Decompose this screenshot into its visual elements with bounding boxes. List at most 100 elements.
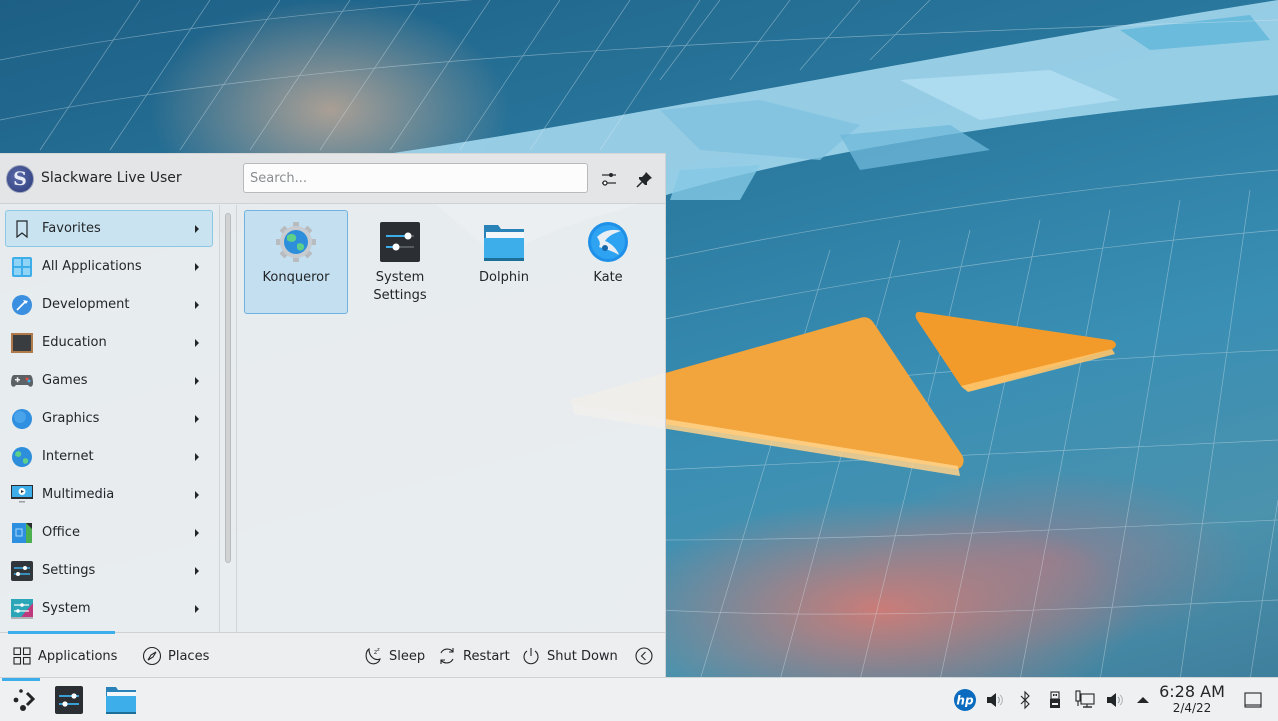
favorite-dolphin[interactable]: Dolphin [452, 210, 556, 314]
folder-icon [483, 221, 525, 263]
shutdown-label: Shut Down [547, 648, 618, 664]
category-internet[interactable]: Internet [5, 438, 213, 475]
category-settings[interactable]: Settings [5, 552, 213, 589]
tab-label: Applications [38, 648, 118, 664]
category-label: Internet [42, 449, 94, 464]
chevron-right-icon [195, 262, 199, 271]
chevron-right-icon [195, 604, 199, 613]
chevron-right-icon [195, 490, 199, 499]
taskbar: hp 6:28 AM 2/4/22 [0, 677, 1278, 721]
sleep-button[interactable]: zz Sleep [363, 645, 425, 667]
menu-header: S Slackware Live User [0, 154, 665, 204]
kate-icon [587, 221, 629, 263]
favorites-grid: Konqueror System Settings Dolphin Kate [238, 205, 665, 632]
active-tab-indicator [8, 631, 115, 634]
chevron-right-icon [195, 376, 199, 385]
chevron-right-icon [195, 224, 199, 233]
chevron-left-circle-icon [634, 646, 654, 666]
tab-places[interactable]: Places [142, 645, 209, 667]
show-desktop-icon [1244, 692, 1262, 708]
category-system[interactable]: System [5, 590, 213, 627]
office-icon [11, 522, 33, 544]
chevron-right-icon [195, 414, 199, 423]
sidebar-scrollbar-thumb[interactable] [225, 213, 231, 563]
chevron-right-icon [195, 338, 199, 347]
clock-date: 2/4/22 [1172, 701, 1212, 715]
favorite-label: Dolphin [479, 270, 529, 285]
favorite-konqueror[interactable]: Konqueror [244, 210, 348, 314]
category-label: Graphics [42, 411, 100, 426]
favorite-system-settings[interactable]: System Settings [348, 210, 452, 314]
category-label: Office [42, 525, 80, 540]
shutdown-button[interactable]: Shut Down [521, 645, 618, 667]
tray-audio-volume[interactable] [983, 688, 1007, 712]
favorite-kate[interactable]: Kate [556, 210, 660, 314]
tray-show-hidden-icons[interactable] [1131, 688, 1155, 712]
usb-drive-icon [1050, 691, 1060, 708]
application-launcher-menu: S Slackware Live User Favorites [0, 153, 666, 678]
taskbar-system-settings[interactable] [51, 682, 87, 718]
category-games[interactable]: Games [5, 362, 213, 399]
leave-menu-button[interactable] [634, 645, 660, 667]
hammer-icon [11, 294, 33, 316]
compass-icon [142, 646, 162, 666]
pin-button[interactable] [633, 167, 657, 191]
category-label: Settings [42, 563, 96, 578]
user-name: Slackware Live User [41, 170, 182, 186]
chevron-right-icon [195, 300, 199, 309]
bluetooth-icon [1020, 690, 1030, 710]
speaker-icon [1107, 693, 1123, 707]
tray-hp-device-manager[interactable]: hp [953, 688, 977, 712]
clock-time: 6:28 AM [1159, 682, 1225, 701]
digital-clock[interactable]: 6:28 AM 2/4/22 [1156, 683, 1228, 716]
folder-icon [106, 687, 136, 714]
application-launcher-button[interactable] [3, 682, 39, 718]
category-development[interactable]: Development [5, 286, 213, 323]
grid-icon [11, 256, 33, 278]
gamepad-icon [11, 370, 33, 392]
taskbar-dolphin[interactable] [103, 682, 139, 718]
category-graphics[interactable]: Graphics [5, 400, 213, 437]
tab-label: Places [168, 648, 210, 664]
system-settings-icon [379, 221, 421, 263]
category-office[interactable]: Office [5, 514, 213, 551]
configure-button[interactable] [597, 167, 621, 191]
launcher-active-indicator [2, 678, 40, 681]
hp-icon: hp [954, 689, 976, 711]
restart-icon [437, 646, 457, 666]
category-all-applications[interactable]: All Applications [5, 248, 213, 285]
category-favorites[interactable]: Favorites [5, 210, 213, 247]
category-multimedia[interactable]: Multimedia [5, 476, 213, 513]
speaker-icon [987, 693, 1003, 707]
tray-bluetooth[interactable] [1013, 688, 1037, 712]
tray-volume[interactable] [1103, 688, 1127, 712]
search-input[interactable] [243, 163, 588, 193]
category-education[interactable]: Education [5, 324, 213, 361]
category-label: Favorites [42, 221, 101, 236]
favorite-label: Kate [593, 270, 623, 285]
chevron-right-icon [195, 452, 199, 461]
svg-text:hp: hp [956, 694, 974, 708]
sidebar-scrollbar[interactable] [219, 205, 237, 632]
show-desktop-button[interactable] [1241, 688, 1265, 712]
power-icon [521, 646, 541, 666]
category-label: Games [42, 373, 88, 388]
restart-label: Restart [463, 648, 510, 664]
category-label: Multimedia [42, 487, 115, 502]
applications-grid-icon [12, 646, 32, 666]
restart-button[interactable]: Restart [437, 645, 510, 667]
konqueror-icon [275, 221, 317, 263]
arrow-up-icon [1137, 697, 1149, 703]
settings-sliders-icon [11, 560, 33, 582]
category-label: Education [42, 335, 107, 350]
bookmark-icon [11, 218, 33, 240]
tray-disks-devices[interactable] [1043, 688, 1067, 712]
tab-applications[interactable]: Applications [12, 645, 117, 667]
network-wired-icon [1075, 690, 1095, 708]
category-label: Development [42, 297, 130, 312]
system-settings-icon [55, 686, 83, 714]
favorite-label: Konqueror [262, 270, 330, 285]
chalkboard-icon [11, 332, 33, 354]
tray-networks[interactable] [1073, 688, 1097, 712]
user-avatar[interactable]: S [6, 165, 34, 193]
